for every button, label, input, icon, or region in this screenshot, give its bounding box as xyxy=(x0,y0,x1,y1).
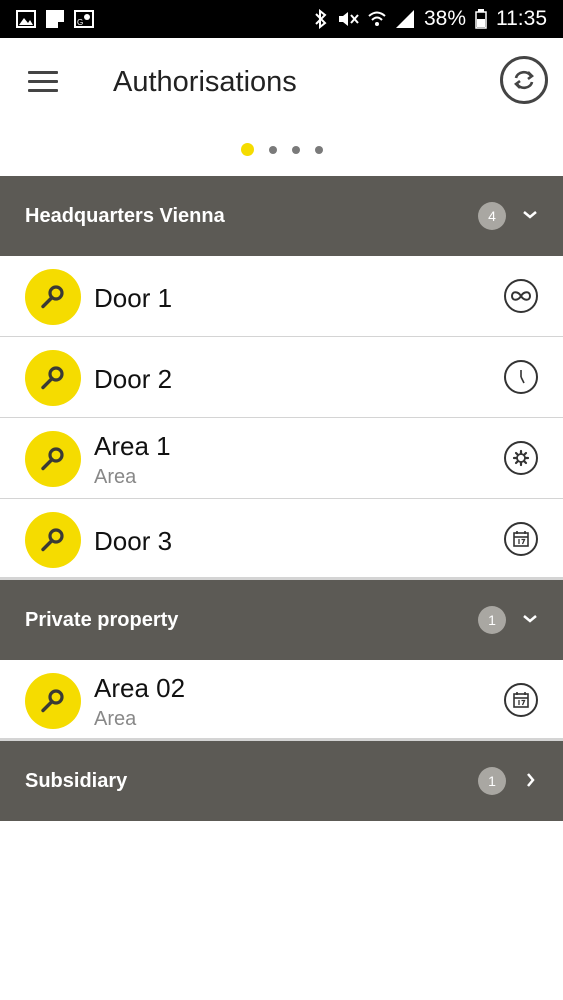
signal-icon xyxy=(395,10,414,28)
item-subtitle: Area xyxy=(94,708,137,730)
group-title: Headquarters Vienna xyxy=(25,204,225,227)
item-name: Door 1 xyxy=(94,283,173,313)
status-bar: G 38% 11:35 xyxy=(0,0,563,38)
battery-icon xyxy=(475,9,487,29)
page-dot-2[interactable] xyxy=(268,145,277,154)
key-icon xyxy=(41,285,64,309)
calendar-icon xyxy=(504,522,538,556)
hamburger-menu-icon[interactable] xyxy=(28,71,58,93)
gallery-icon xyxy=(16,10,36,28)
chevron-down-icon xyxy=(523,211,537,219)
key-icon-badge xyxy=(25,673,81,729)
key-icon-badge xyxy=(25,512,81,568)
chevron-right-icon xyxy=(527,773,535,787)
maps-icon: G xyxy=(74,10,94,28)
chevron-down-icon xyxy=(523,615,537,623)
list-item-door-1[interactable]: Door 1 xyxy=(0,256,563,337)
count-badge: 1 xyxy=(478,767,506,795)
page-dot-4[interactable] xyxy=(314,145,323,154)
infinity-icon xyxy=(504,279,538,313)
list-item-area-1[interactable]: Area 1 Area xyxy=(0,418,563,499)
status-time: 11:35 xyxy=(496,7,547,30)
gear-icon xyxy=(504,441,538,475)
count-badge: 1 xyxy=(478,606,506,634)
key-icon xyxy=(41,366,64,390)
sync-button[interactable] xyxy=(500,56,548,104)
count-badge: 4 xyxy=(478,202,506,230)
item-name: Door 3 xyxy=(94,526,173,556)
key-icon-badge xyxy=(25,431,81,487)
flipboard-icon xyxy=(46,10,64,28)
mute-icon xyxy=(338,12,359,26)
bluetooth-icon xyxy=(315,9,327,29)
page-indicator xyxy=(0,143,563,156)
key-icon-badge xyxy=(25,269,81,325)
key-icon xyxy=(41,447,64,471)
wifi-icon xyxy=(368,11,386,26)
item-name: Door 2 xyxy=(94,364,173,394)
item-subtitle: Area xyxy=(94,466,137,488)
group-title: Private property xyxy=(25,608,179,631)
page-dot-3[interactable] xyxy=(291,145,300,154)
sync-icon xyxy=(514,70,534,90)
group-header-subsidiary[interactable]: Subsidiary 1 xyxy=(0,741,563,821)
item-name: Area 02 xyxy=(94,673,186,703)
key-icon-badge xyxy=(25,350,81,406)
clock-icon xyxy=(504,360,538,394)
battery-percent: 38% xyxy=(423,7,466,30)
item-name: Area 1 xyxy=(94,431,171,461)
calendar-icon xyxy=(504,683,538,717)
list-item-area-02[interactable]: Area 02 Area xyxy=(0,660,563,741)
list-item-door-3[interactable]: Door 3 xyxy=(0,499,563,580)
svg-text:G: G xyxy=(77,18,83,27)
key-icon xyxy=(41,528,64,552)
authorisation-list: Headquarters Vienna 4 Door 1 Door 2 Area… xyxy=(0,176,563,821)
list-item-door-2[interactable]: Door 2 xyxy=(0,337,563,418)
group-header-private-property[interactable]: Private property 1 xyxy=(0,580,563,660)
page-dot-1[interactable] xyxy=(240,143,254,156)
group-title: Subsidiary xyxy=(25,769,128,792)
key-icon xyxy=(41,689,64,713)
group-header-headquarters-vienna[interactable]: Headquarters Vienna 4 xyxy=(0,176,563,256)
page-title: Authorisations xyxy=(113,66,297,98)
app-bar: Authorisations xyxy=(0,38,563,128)
